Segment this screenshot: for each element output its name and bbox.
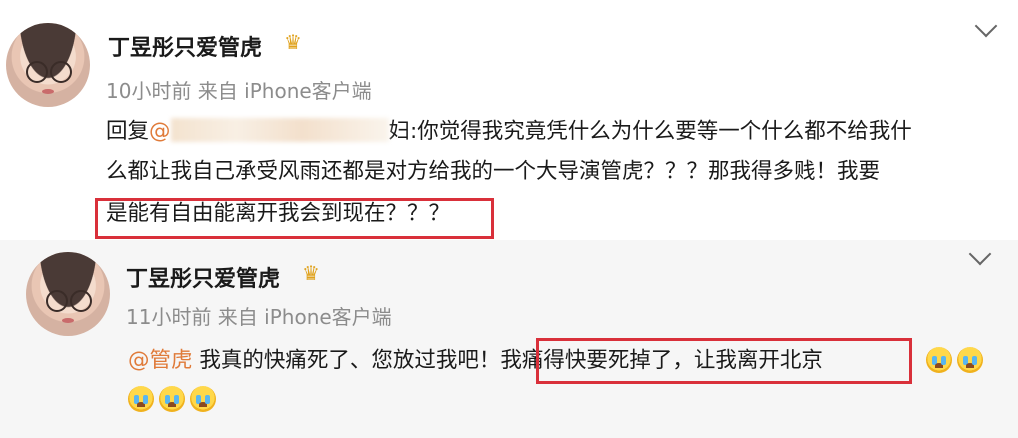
highlight-box: [536, 338, 912, 384]
crying-face-icon: [159, 386, 185, 412]
crying-face-icon: [190, 386, 216, 412]
avatar[interactable]: [26, 252, 110, 336]
redacted-username: [170, 118, 389, 142]
crying-face-icon: [926, 347, 952, 373]
reply-mention[interactable]: @: [149, 119, 171, 144]
reply-prefix: 回复: [106, 119, 150, 144]
crown-icon: ♛: [302, 261, 320, 285]
comment-card-top: 丁昱彤只爱管虎 ♛ 10小时前 来自 iPhone客户端 回复@ 妇:你觉得我究竟…: [0, 0, 1018, 240]
comment-meta: 11小时前 来自 iPhone客户端: [126, 305, 392, 329]
crying-face-icon: [128, 386, 154, 412]
author-name[interactable]: 丁昱彤只爱管虎: [126, 261, 280, 293]
mention-link[interactable]: @管虎: [128, 348, 193, 373]
comment-meta: 10小时前 来自 iPhone客户端: [106, 79, 372, 103]
comment-text: 妇:你觉得我究竟凭什么为什么要等一个什么都不给我什: [388, 119, 912, 144]
highlight-box: [95, 198, 494, 239]
emoji-group: [926, 347, 988, 373]
comment-line-2: 么都让我自己承受风雨还都是对方给我的一个大导演管虎？？？那我得多贱！我要: [106, 159, 881, 184]
reply-text: 我真的快痛死了、您放过我吧！: [192, 348, 501, 373]
crying-face-icon: [957, 347, 983, 373]
author-name[interactable]: 丁昱彤只爱管虎: [108, 30, 262, 62]
comment-line-1: 回复@ 妇:你觉得我究竟凭什么为什么要等一个什么都不给我什: [106, 114, 912, 150]
emoji-group: [128, 386, 221, 412]
chevron-down-icon[interactable]: [974, 14, 998, 38]
chevron-down-icon[interactable]: [968, 242, 992, 266]
crown-icon: ♛: [284, 30, 302, 54]
avatar[interactable]: [6, 23, 90, 107]
comment-card-reply: 丁昱彤只爱管虎 ♛ 11小时前 来自 iPhone客户端 @管虎 我真的快痛死了…: [0, 240, 1018, 438]
